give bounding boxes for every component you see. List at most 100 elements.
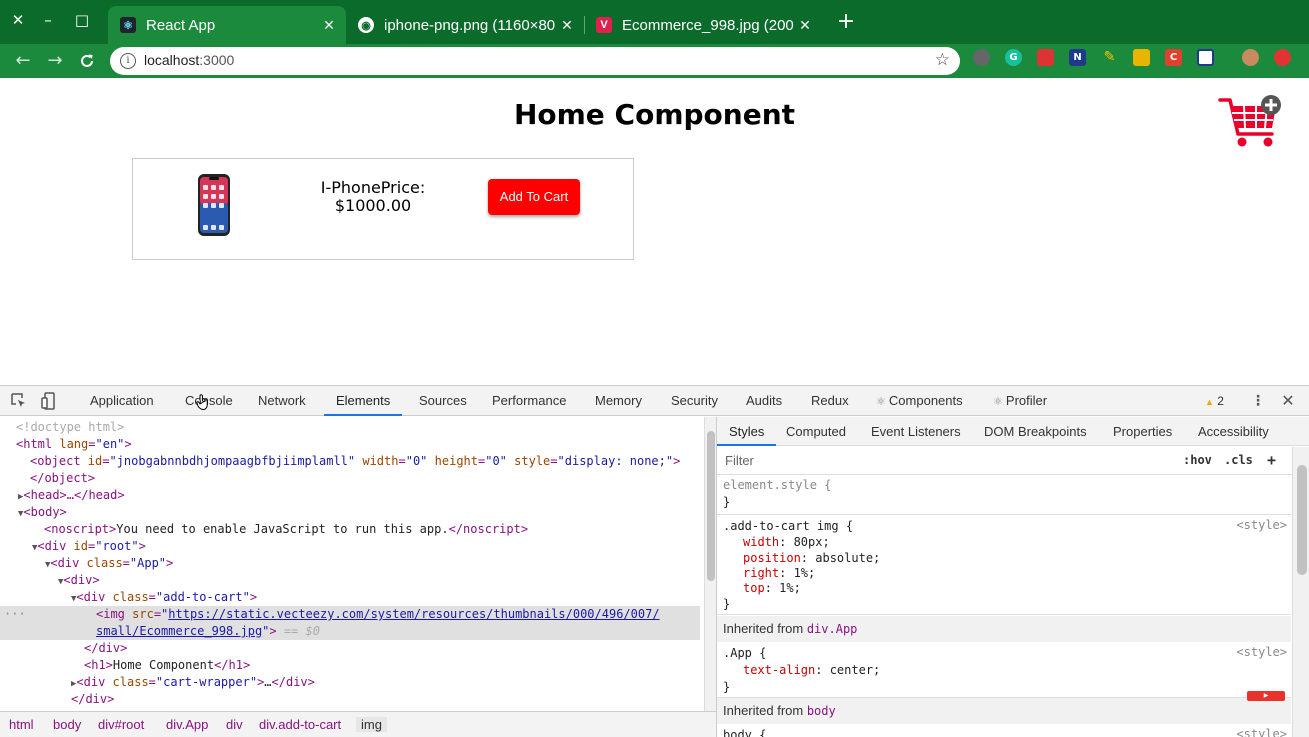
tab-react-app[interactable]: ⚛ React App ✕ xyxy=(108,6,346,44)
dom-div-close[interactable]: </div> xyxy=(84,640,127,657)
bookmark-star-icon[interactable]: ☆ xyxy=(935,50,950,70)
rule-source-link[interactable]: <style> xyxy=(1236,645,1287,659)
warning-icon: ▲ xyxy=(1205,397,1214,407)
cart-icon[interactable] xyxy=(1218,94,1284,150)
img-src-link[interactable]: https://static.vecteezy.com/system/resou… xyxy=(168,607,659,621)
filter-input[interactable]: Filter xyxy=(725,453,754,468)
dom-div-app[interactable]: ▼<div class="App"> xyxy=(45,555,173,572)
extension-c-icon[interactable]: C xyxy=(1165,49,1182,66)
window-minimize-button[interactable]: – xyxy=(36,8,60,32)
tab-sources[interactable]: Sources xyxy=(419,386,467,416)
tab-audits[interactable]: Audits xyxy=(746,386,782,416)
tab-security[interactable]: Security xyxy=(671,386,718,416)
more-options-icon[interactable]: ··· xyxy=(4,606,26,623)
css-prop-right[interactable]: right: 1%; xyxy=(743,565,815,581)
tab-properties[interactable]: Properties xyxy=(1113,417,1172,446)
rule-selector[interactable]: .add-to-cart img { xyxy=(723,518,853,534)
inherited-selector-link[interactable]: div.App xyxy=(807,622,858,636)
scrollbar-thumb[interactable] xyxy=(707,431,715,581)
inherited-selector-link[interactable]: body xyxy=(807,704,836,718)
dom-div-close[interactable]: </div> xyxy=(71,691,114,708)
tab-close-icon[interactable]: ✕ xyxy=(556,17,578,34)
dom-div-root[interactable]: ▼<div id="root"> xyxy=(32,538,146,555)
extension-shield-icon[interactable] xyxy=(1133,49,1150,66)
tab-profiler[interactable]: ⚛ Profiler xyxy=(993,386,1047,416)
tab-dom-breakpoints[interactable]: DOM Breakpoints xyxy=(984,417,1087,446)
new-tab-button[interactable]: + xyxy=(834,8,858,36)
extension-pen-icon[interactable]: ✎ xyxy=(1101,49,1118,66)
dom-head[interactable]: ▶<head>…</head> xyxy=(18,487,125,504)
extension-red-icon[interactable] xyxy=(1037,49,1054,66)
rule-selector[interactable]: .App { xyxy=(723,645,766,661)
tab-close-icon[interactable]: ✕ xyxy=(318,17,340,34)
cls-toggle[interactable]: .cls xyxy=(1224,453,1253,467)
crumb-body[interactable]: body xyxy=(53,717,81,732)
tab-redux[interactable]: Redux xyxy=(811,386,849,416)
css-prop-top[interactable]: top: 1%; xyxy=(743,580,801,596)
dom-img-selected[interactable]: ··· <img src="https://static.vecteezy.co… xyxy=(0,606,700,640)
extension-alert-icon[interactable] xyxy=(1274,49,1291,66)
kebab-menu-icon[interactable]: ⋮ xyxy=(1249,392,1267,410)
crumb-div-root[interactable]: div#root xyxy=(98,717,144,732)
window-maximize-button[interactable]: □ xyxy=(70,8,94,32)
grammarly-extension-icon[interactable]: G xyxy=(1005,49,1022,66)
css-prop-text-align[interactable]: text-align: center; xyxy=(743,662,880,678)
inspect-element-icon[interactable] xyxy=(10,392,28,410)
tab-iphone-png[interactable]: ◉ iphone-png.png (1160×80 ✕ xyxy=(346,6,584,44)
crumb-div-add-to-cart[interactable]: div.add-to-cart xyxy=(259,717,341,732)
tab-application[interactable]: Application xyxy=(90,386,154,416)
rule-source-link[interactable]: <style> xyxy=(1236,518,1287,532)
warnings-badge[interactable]: ▲ 2 xyxy=(1205,386,1224,416)
tab-accessibility[interactable]: Accessibility xyxy=(1198,417,1269,446)
dom-object[interactable]: <object id="jnobgabnnbdhjompaagbfbjiimpl… xyxy=(30,453,680,470)
tab-elements[interactable]: Elements xyxy=(324,386,403,416)
tab-memory[interactable]: Memory xyxy=(595,386,642,416)
reload-button[interactable] xyxy=(74,48,100,74)
css-prop-width[interactable]: width: 80px; xyxy=(743,534,830,550)
dom-noscript[interactable]: <noscript>You need to enable JavaScript … xyxy=(44,521,528,538)
close-devtools-icon[interactable]: ✕ xyxy=(1279,392,1297,410)
dom-div-add-to-cart[interactable]: ▼<div class="add-to-cart"> xyxy=(71,589,257,606)
element-style-selector[interactable]: element.style { xyxy=(723,477,831,493)
hov-toggle[interactable]: :hov xyxy=(1183,453,1212,467)
tab-event-listeners[interactable]: Event Listeners xyxy=(871,417,961,446)
profile-avatar[interactable] xyxy=(1242,49,1259,66)
site-info-icon[interactable]: i xyxy=(120,53,136,69)
rule-selector[interactable]: body { xyxy=(723,727,766,737)
styles-scrollbar[interactable] xyxy=(1292,447,1309,737)
window-close-button[interactable]: ✕ xyxy=(6,8,30,32)
dom-doctype[interactable]: <!doctype html> xyxy=(16,419,124,436)
extension-radio-icon[interactable] xyxy=(973,49,990,66)
address-bar[interactable]: i localhost:3000 ☆ xyxy=(110,47,960,75)
tab-close-icon[interactable]: ✕ xyxy=(794,17,816,34)
forward-button[interactable]: → xyxy=(42,48,68,74)
crumb-img[interactable]: img xyxy=(356,717,387,732)
rule-source-link[interactable]: <style> xyxy=(1236,727,1287,737)
tab-computed[interactable]: Computed xyxy=(786,417,846,446)
back-button[interactable]: ← xyxy=(10,48,36,74)
extension-n-icon[interactable]: N xyxy=(1069,49,1086,66)
dom-object-close[interactable]: </object> xyxy=(30,470,95,487)
product-name: I-PhonePrice: xyxy=(320,178,426,197)
tab-components[interactable]: ⚛ Components xyxy=(876,386,963,416)
extension-screen-icon[interactable] xyxy=(1197,49,1214,66)
crumb-div[interactable]: div xyxy=(226,717,243,732)
dom-body[interactable]: ▼<body> xyxy=(18,504,67,521)
dom-html[interactable]: <html lang="en"> xyxy=(16,436,132,453)
tab-performance[interactable]: Performance xyxy=(492,386,566,416)
crumb-html[interactable]: html xyxy=(9,717,34,732)
dom-div[interactable]: ▼<div> xyxy=(58,572,100,589)
tab-styles[interactable]: Styles xyxy=(717,417,777,446)
device-toolbar-icon[interactable] xyxy=(40,392,58,410)
dom-h1[interactable]: <h1>Home Component</h1> xyxy=(84,657,250,674)
img-src-link[interactable]: small/Ecommerce_998.jpg xyxy=(96,624,262,638)
css-prop-position[interactable]: position: absolute; xyxy=(743,550,880,566)
dom-div-cart-wrapper[interactable]: ▶<div class="cart-wrapper">…</div> xyxy=(71,674,315,691)
tab-ecommerce-jpg[interactable]: V Ecommerce_998.jpg (200 ✕ xyxy=(584,6,822,44)
new-rule-plus-icon[interactable]: + xyxy=(1267,451,1276,469)
crumb-div-app[interactable]: div.App xyxy=(166,717,208,732)
scrollbar-thumb[interactable] xyxy=(1297,465,1307,575)
elements-scrollbar[interactable] xyxy=(704,417,716,711)
add-to-cart-button[interactable]: Add To Cart xyxy=(488,179,580,215)
tab-network[interactable]: Network xyxy=(258,386,306,416)
